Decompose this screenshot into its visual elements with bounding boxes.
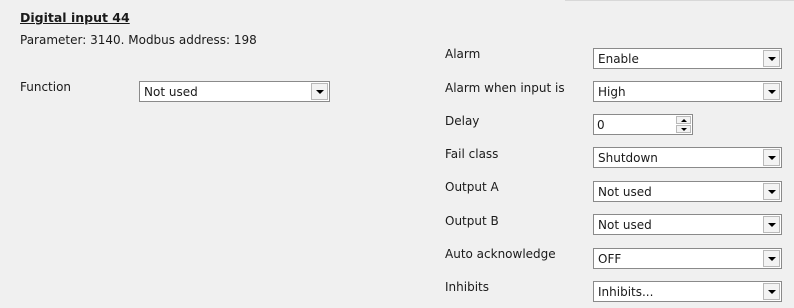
digital-input-settings-panel: Digital input 44 Parameter: 3140. Modbus… — [0, 0, 794, 308]
fail-class-dropdown[interactable]: Shutdown — [593, 147, 782, 168]
output-a-value: Not used — [598, 185, 652, 199]
alarm-value: Enable — [598, 52, 639, 66]
function-dropdown[interactable]: Not used — [139, 81, 330, 102]
chevron-down-icon[interactable] — [763, 50, 780, 67]
alarm-when-input-dropdown[interactable]: High — [593, 81, 782, 102]
output-a-dropdown[interactable]: Not used — [593, 181, 782, 202]
alarm-when-input-value: High — [598, 85, 626, 99]
alarm-label: Alarm — [445, 47, 481, 61]
alarm-dropdown[interactable]: Enable — [593, 48, 782, 69]
spin-up-icon[interactable] — [676, 116, 691, 124]
output-b-label: Output B — [445, 214, 499, 228]
chevron-down-icon[interactable] — [763, 250, 780, 267]
chevron-down-icon[interactable] — [311, 83, 328, 100]
inhibits-label: Inhibits — [445, 280, 489, 294]
inhibits-value: Inhibits... — [598, 285, 654, 299]
output-b-value: Not used — [598, 218, 652, 232]
parameter-info: Parameter: 3140. Modbus address: 198 — [20, 33, 257, 47]
output-a-label: Output A — [445, 180, 499, 194]
delay-spinbox[interactable]: 0 — [593, 114, 693, 135]
fail-class-value: Shutdown — [598, 151, 658, 165]
spin-buttons — [676, 116, 691, 133]
function-value: Not used — [144, 85, 198, 99]
auto-acknowledge-label: Auto acknowledge — [445, 247, 556, 261]
chevron-down-icon[interactable] — [763, 183, 780, 200]
spin-down-icon[interactable] — [676, 125, 691, 133]
delay-label: Delay — [445, 114, 480, 128]
output-b-dropdown[interactable]: Not used — [593, 214, 782, 235]
fail-class-label: Fail class — [445, 147, 499, 161]
auto-acknowledge-value: OFF — [598, 252, 622, 266]
page-title: Digital input 44 — [20, 10, 130, 25]
delay-value: 0 — [597, 118, 605, 132]
chevron-down-icon[interactable] — [763, 83, 780, 100]
function-label: Function — [20, 80, 72, 94]
chevron-down-icon[interactable] — [763, 216, 780, 233]
divider — [565, 0, 794, 1]
chevron-down-icon[interactable] — [763, 149, 780, 166]
inhibits-dropdown[interactable]: Inhibits... — [593, 281, 782, 302]
alarm-when-input-label: Alarm when input is — [445, 81, 565, 95]
auto-acknowledge-dropdown[interactable]: OFF — [593, 248, 782, 269]
chevron-down-icon[interactable] — [763, 283, 780, 300]
